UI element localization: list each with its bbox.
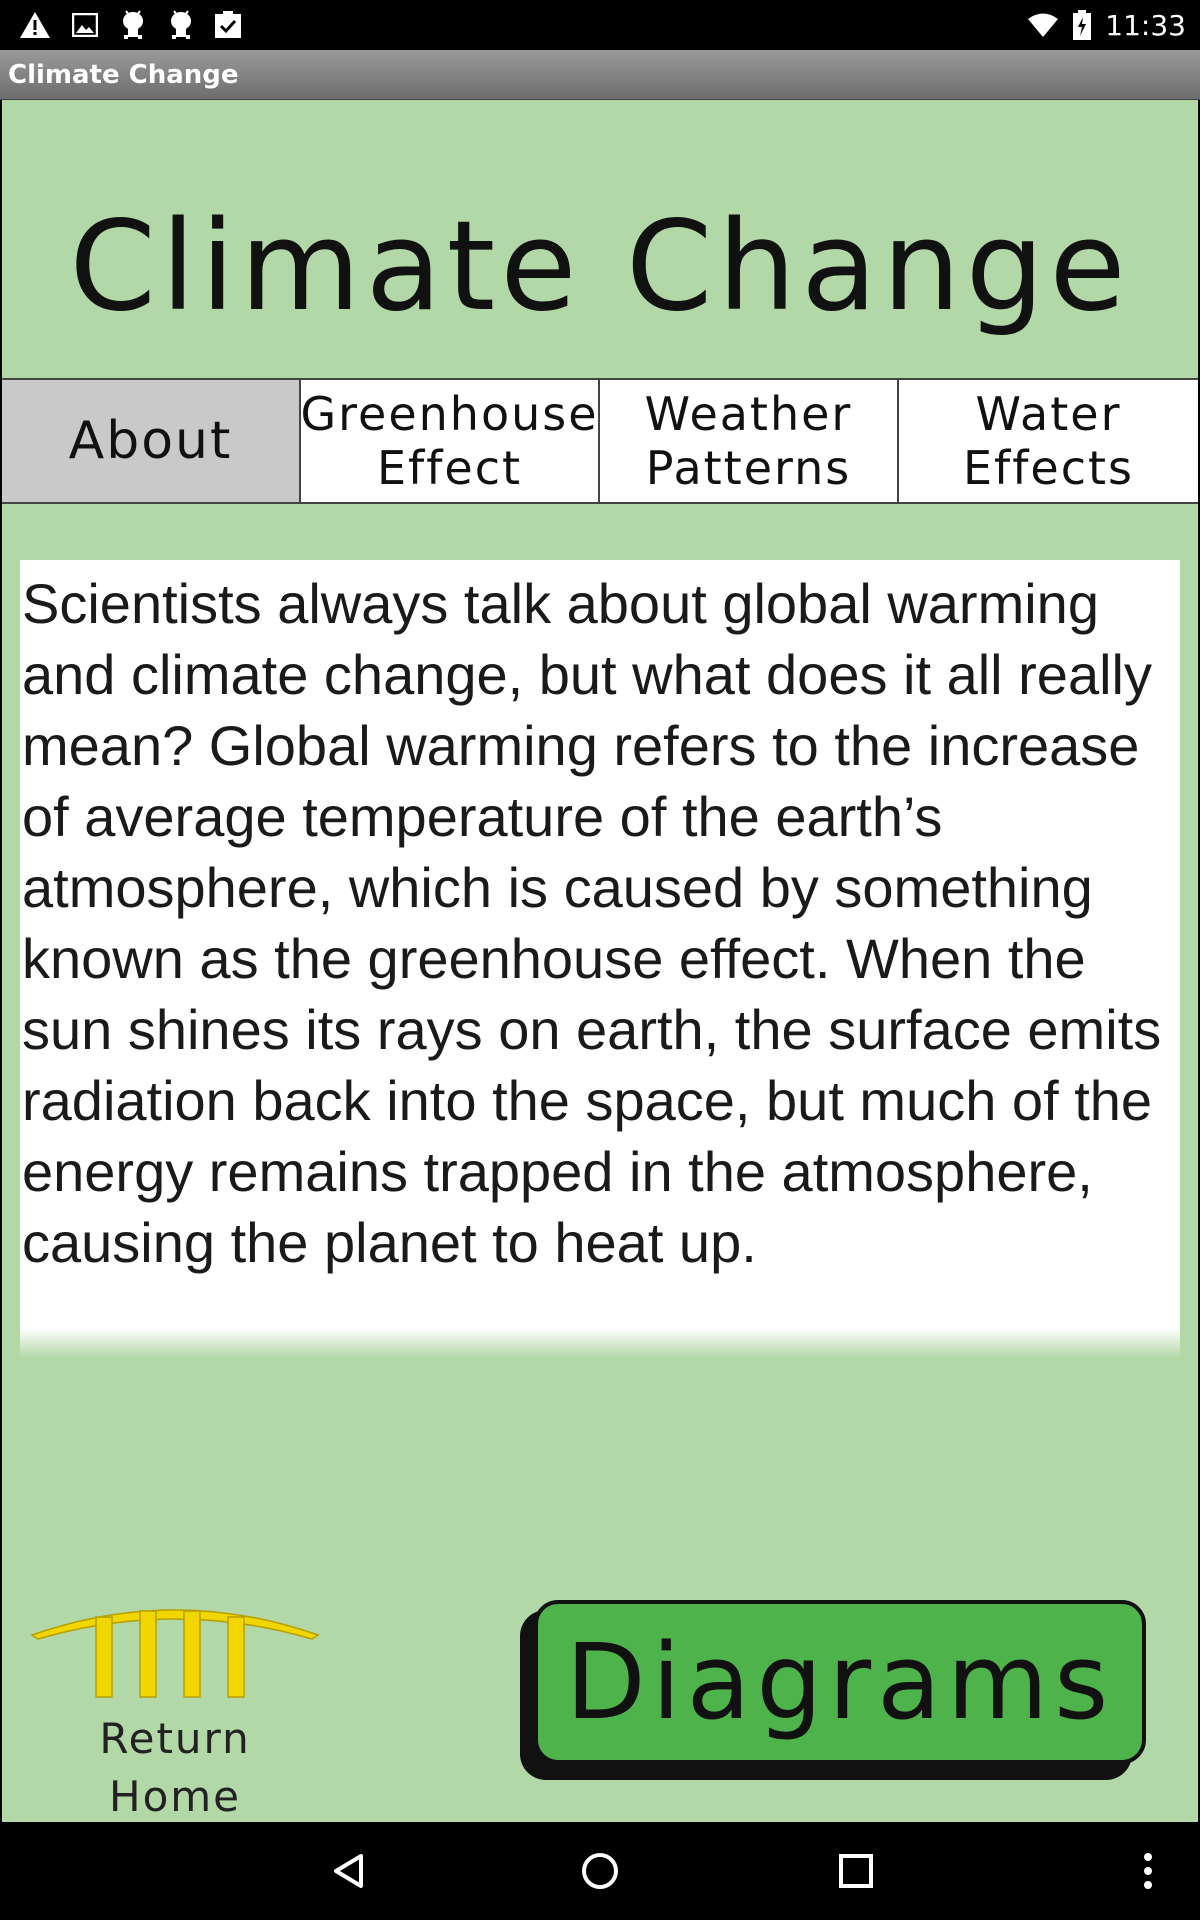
home-icon[interactable] [570, 1841, 630, 1901]
pillars-icon [30, 1609, 320, 1698]
tab-about[interactable]: About [2, 380, 301, 502]
tab-greenhouse-line2: Effect [376, 441, 523, 495]
return-home-line2: Home [108, 1772, 242, 1821]
system-nav-bar [0, 1822, 1200, 1920]
battery-charging-icon [1073, 10, 1092, 40]
tab-greenhouse-label: Greenhouse Effect [300, 387, 598, 495]
tab-water-line1: Water [975, 387, 1122, 441]
clock: 11:33 [1105, 8, 1186, 42]
image-icon [70, 10, 100, 40]
tab-weather-line1: Weather [644, 387, 853, 441]
tab-greenhouse-effect[interactable]: Greenhouse Effect [300, 380, 600, 502]
tab-weather-line2: Patterns [645, 441, 852, 495]
back-icon[interactable] [318, 1841, 378, 1901]
recents-icon[interactable] [826, 1841, 886, 1901]
more-icon[interactable] [1118, 1841, 1178, 1901]
return-home-button[interactable]: Return Home [30, 1595, 320, 1821]
page-heading: Climate Change [69, 195, 1131, 339]
about-body-text: Scientists always talk about global warm… [22, 572, 1162, 1274]
status-bar: 11:33 [0, 0, 1200, 50]
tab-water-effects[interactable]: Water Effects [899, 380, 1198, 502]
tab-about-label: About [68, 411, 233, 471]
diagrams-button[interactable]: Diagrams [520, 1600, 1146, 1780]
app-title: Climate Change [8, 60, 239, 90]
return-home-line1: Return [99, 1714, 251, 1763]
tab-water-label: Water Effects [963, 387, 1134, 495]
app-title-bar: Climate Change [0, 50, 1200, 100]
main-content: Climate Change About Greenhouse Effect W… [2, 100, 1198, 1822]
diagrams-button-face: Diagrams [534, 1600, 1146, 1764]
return-home-label: Return Home [30, 1710, 320, 1826]
tab-water-line2: Effects [962, 441, 1135, 495]
android-icon [118, 10, 148, 40]
tab-bar: About Greenhouse Effect Weather Patterns… [2, 378, 1198, 504]
tab-weather-patterns[interactable]: Weather Patterns [600, 380, 899, 502]
diagrams-label: Diagrams [565, 1621, 1115, 1743]
wifi-icon [1027, 12, 1059, 38]
clipboard-check-icon [212, 10, 244, 40]
tab-weather-label: Weather Patterns [645, 387, 853, 495]
android-icon [166, 10, 196, 40]
warning-icon [18, 10, 52, 40]
about-text-panel[interactable]: Scientists always talk about global warm… [20, 560, 1180, 1358]
tab-greenhouse-line1: Greenhouse [300, 387, 599, 441]
